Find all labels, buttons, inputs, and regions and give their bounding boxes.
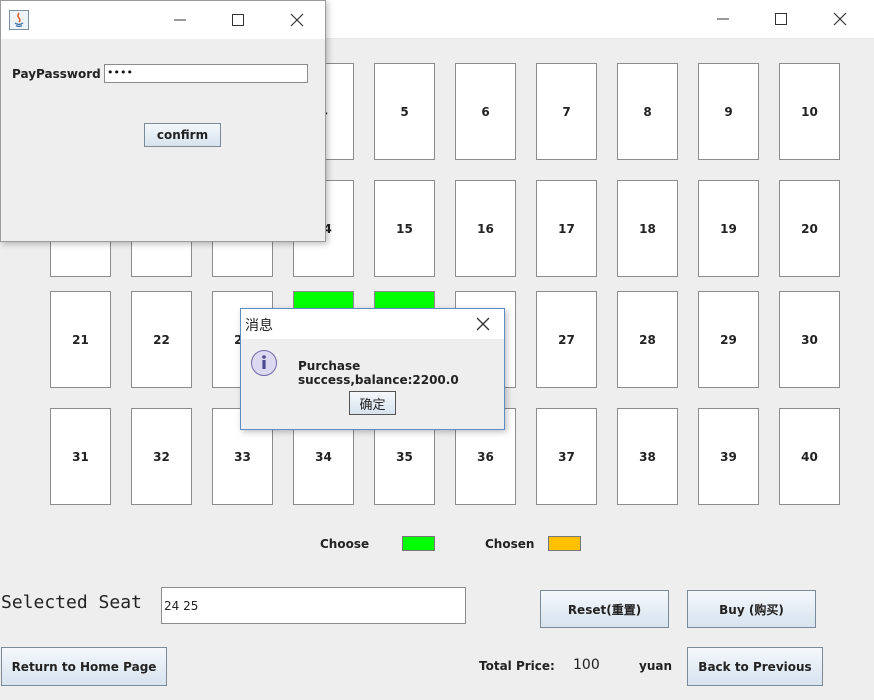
seat-18[interactable]: 18 bbox=[617, 180, 678, 277]
java-app-icon bbox=[9, 10, 29, 30]
minimize-icon[interactable] bbox=[169, 9, 191, 31]
legend-choose-label: Choose bbox=[320, 537, 370, 551]
buy-button[interactable]: Buy (购买) bbox=[687, 590, 816, 628]
seat-31[interactable]: 31 bbox=[50, 408, 111, 505]
seat-21[interactable]: 21 bbox=[50, 291, 111, 388]
message-dialog: 消息 Purchase success,balance:2200.0 确定 bbox=[240, 308, 505, 430]
seat-28[interactable]: 28 bbox=[617, 291, 678, 388]
currency-label: yuan bbox=[639, 659, 673, 673]
seat-5[interactable]: 5 bbox=[374, 63, 435, 160]
seat-39[interactable]: 39 bbox=[698, 408, 759, 505]
seat-22[interactable]: 22 bbox=[131, 291, 192, 388]
seat-8[interactable]: 8 bbox=[617, 63, 678, 160]
close-icon[interactable] bbox=[474, 315, 492, 333]
seat-19[interactable]: 19 bbox=[698, 180, 759, 277]
minimize-icon[interactable] bbox=[712, 8, 734, 30]
legend-chosen-label: Chosen bbox=[485, 537, 535, 551]
seat-20[interactable]: 20 bbox=[779, 180, 840, 277]
total-price-value: 100 bbox=[573, 657, 600, 673]
pay-password-field[interactable]: •••• bbox=[104, 64, 308, 83]
pay-title-bar bbox=[1, 1, 325, 39]
seat-27[interactable]: 27 bbox=[536, 291, 597, 388]
seat-30[interactable]: 30 bbox=[779, 291, 840, 388]
confirm-button[interactable]: confirm bbox=[144, 123, 221, 147]
seat-32[interactable]: 32 bbox=[131, 408, 192, 505]
selected-seat-label: Selected Seat bbox=[1, 592, 142, 613]
seat-10[interactable]: 10 bbox=[779, 63, 840, 160]
selected-seat-field[interactable]: 24 25 bbox=[161, 587, 466, 624]
close-icon[interactable] bbox=[286, 9, 308, 31]
seat-37[interactable]: 37 bbox=[536, 408, 597, 505]
back-previous-button[interactable]: Back to Previous bbox=[687, 647, 823, 686]
total-price-label: Total Price: bbox=[479, 659, 555, 673]
seat-17[interactable]: 17 bbox=[536, 180, 597, 277]
maximize-icon[interactable] bbox=[227, 9, 249, 31]
ok-button[interactable]: 确定 bbox=[349, 391, 396, 415]
legend-choose-swatch bbox=[402, 536, 435, 551]
seat-29[interactable]: 29 bbox=[698, 291, 759, 388]
info-icon bbox=[250, 349, 278, 377]
seat-15[interactable]: 15 bbox=[374, 180, 435, 277]
reset-button[interactable]: Reset(重置) bbox=[540, 590, 669, 628]
seat-40[interactable]: 40 bbox=[779, 408, 840, 505]
close-icon[interactable] bbox=[829, 8, 851, 30]
message-title: 消息 bbox=[245, 318, 273, 334]
return-home-button[interactable]: Return to Home Page bbox=[1, 647, 167, 686]
seat-6[interactable]: 6 bbox=[455, 63, 516, 160]
message-text: Purchase success,balance:2200.0 bbox=[298, 359, 459, 387]
legend-chosen-swatch bbox=[548, 536, 581, 551]
pay-password-label: PayPassword bbox=[12, 67, 101, 81]
message-title-bar: 消息 bbox=[241, 309, 504, 339]
pay-password-window: PayPassword •••• confirm bbox=[0, 0, 326, 242]
maximize-icon[interactable] bbox=[770, 8, 792, 30]
seat-7[interactable]: 7 bbox=[536, 63, 597, 160]
seat-9[interactable]: 9 bbox=[698, 63, 759, 160]
seat-16[interactable]: 16 bbox=[455, 180, 516, 277]
seat-38[interactable]: 38 bbox=[617, 408, 678, 505]
